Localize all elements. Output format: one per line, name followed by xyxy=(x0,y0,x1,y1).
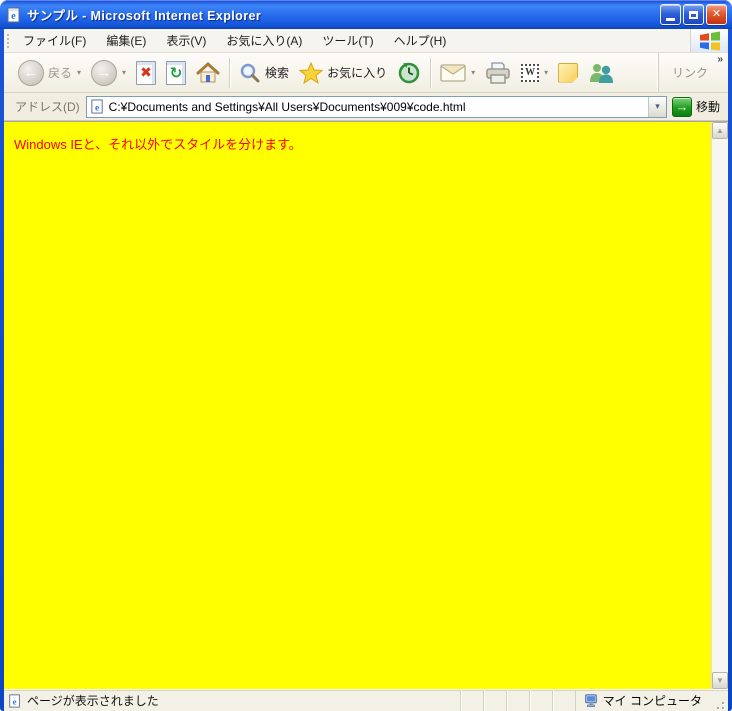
stop-button[interactable]: ✖ xyxy=(131,58,161,88)
forward-button[interactable]: → ▾ xyxy=(86,57,131,89)
menu-edit[interactable]: 編集(E) xyxy=(96,29,156,52)
links-label: リンク xyxy=(671,66,708,80)
ie-page-icon: e xyxy=(7,7,20,22)
back-dropdown-icon[interactable]: ▾ xyxy=(77,68,81,77)
status-pane xyxy=(505,690,529,711)
svg-text:e: e xyxy=(95,103,99,113)
stop-icon: ✖ xyxy=(136,60,157,85)
discuss-button[interactable] xyxy=(553,60,583,86)
search-button[interactable]: 検索 xyxy=(234,59,294,87)
close-button[interactable]: ✕ xyxy=(706,4,727,25)
scroll-down-button[interactable]: ▼ xyxy=(712,672,728,689)
favorites-button[interactable]: お気に入り xyxy=(294,59,392,87)
back-label: 戻る xyxy=(48,66,73,80)
svg-text:e: e xyxy=(13,696,17,706)
mail-dropdown-icon[interactable]: ▾ xyxy=(471,68,475,77)
page-text: Windows IEと、それ以外でスタイルを分けます。 xyxy=(14,137,302,152)
address-input[interactable]: C:¥Documents and Settings¥All Users¥Docu… xyxy=(109,100,648,114)
page-body: Windows IEと、それ以外でスタイルを分けます。 xyxy=(4,122,711,689)
refresh-button[interactable]: ↻ xyxy=(161,58,191,88)
go-label: 移動 xyxy=(695,100,720,114)
status-page-icon: e xyxy=(9,693,20,708)
scroll-up-button[interactable]: ▲ xyxy=(712,122,728,139)
favorites-label: お気に入り xyxy=(327,66,388,80)
home-icon xyxy=(196,61,220,82)
back-icon: ← xyxy=(18,59,44,86)
status-bar: e ページが表示されました マイ コンピュータ xyxy=(4,689,728,711)
menu-file[interactable]: ファイル(F) xyxy=(13,29,96,52)
browser-window: e サンプル - Microsoft Internet Explorer ✕ フ… xyxy=(0,0,732,711)
toolbar-overflow-chevron-icon[interactable]: » xyxy=(717,54,723,65)
zone-label: マイ コンピュータ xyxy=(602,694,702,708)
mail-button[interactable]: ▾ xyxy=(435,61,480,85)
go-arrow-icon: → xyxy=(671,96,692,117)
maximize-button[interactable] xyxy=(683,4,704,25)
search-icon xyxy=(240,63,260,82)
status-pane xyxy=(551,690,575,711)
forward-icon: → xyxy=(91,59,118,86)
status-message: ページが表示されました xyxy=(27,694,159,708)
edit-dropdown-icon[interactable]: ▾ xyxy=(544,68,548,77)
menu-favorites[interactable]: お気に入り(A) xyxy=(216,29,312,52)
printer-icon xyxy=(486,61,510,84)
edit-with-word-icon: W xyxy=(521,63,540,82)
windows-logo-throbber xyxy=(690,29,728,52)
vertical-scrollbar[interactable]: ▲ ▼ xyxy=(711,122,728,689)
back-button[interactable]: ← 戻る ▾ xyxy=(13,57,86,89)
favorites-star-icon xyxy=(299,61,324,84)
menu-tools[interactable]: ツール(T) xyxy=(312,29,383,52)
standard-buttons-toolbar: ← 戻る ▾ → ▾ ✖ ↻ 検索 お気に入り ▾ W ▾ リンク » xyxy=(4,53,728,93)
print-button[interactable] xyxy=(480,58,516,88)
forward-dropdown-icon[interactable]: ▾ xyxy=(122,68,126,77)
address-combobox[interactable]: e C:¥Documents and Settings¥All Users¥Do… xyxy=(85,95,667,118)
address-bar: アドレス(D) e C:¥Documents and Settings¥All … xyxy=(4,93,728,121)
menubar-grip[interactable] xyxy=(5,32,12,49)
links-toolbar: リンク » xyxy=(657,53,726,92)
edit-button[interactable]: W ▾ xyxy=(516,61,553,85)
history-button[interactable] xyxy=(392,58,426,88)
note-icon xyxy=(558,62,579,83)
refresh-icon: ↻ xyxy=(166,60,187,85)
status-pane xyxy=(482,690,506,711)
status-pane xyxy=(459,690,483,711)
mail-envelope-icon xyxy=(440,63,466,82)
address-dropdown-button[interactable]: ▾ xyxy=(647,96,666,117)
status-pane xyxy=(528,690,552,711)
menu-help[interactable]: ヘルプ(H) xyxy=(384,29,457,52)
messenger-button[interactable] xyxy=(583,59,619,87)
minimize-button[interactable] xyxy=(660,4,681,25)
search-label: 検索 xyxy=(265,66,290,80)
resize-grip[interactable] xyxy=(712,697,726,711)
windows-flag-icon xyxy=(699,31,720,50)
address-page-icon: e xyxy=(91,99,103,114)
svg-text:e: e xyxy=(11,11,16,22)
security-zone-indicator: マイ コンピュータ xyxy=(574,690,712,711)
titlebar[interactable]: e サンプル - Microsoft Internet Explorer ✕ xyxy=(0,0,732,29)
menu-bar: ファイル(F) 編集(E) 表示(V) お気に入り(A) ツール(T) ヘルプ(… xyxy=(4,29,728,53)
address-label: アドレス(D) xyxy=(15,100,80,114)
messenger-buddies-icon xyxy=(590,63,614,83)
home-button[interactable] xyxy=(191,59,225,87)
menu-view[interactable]: 表示(V) xyxy=(156,29,216,52)
go-button[interactable]: → 移動 xyxy=(667,96,725,117)
browser-viewport: Windows IEと、それ以外でスタイルを分けます。 ▲ ▼ xyxy=(4,121,728,689)
window-title: サンプル - Microsoft Internet Explorer xyxy=(27,9,262,23)
history-clock-icon xyxy=(398,62,420,83)
my-computer-icon xyxy=(584,693,597,707)
